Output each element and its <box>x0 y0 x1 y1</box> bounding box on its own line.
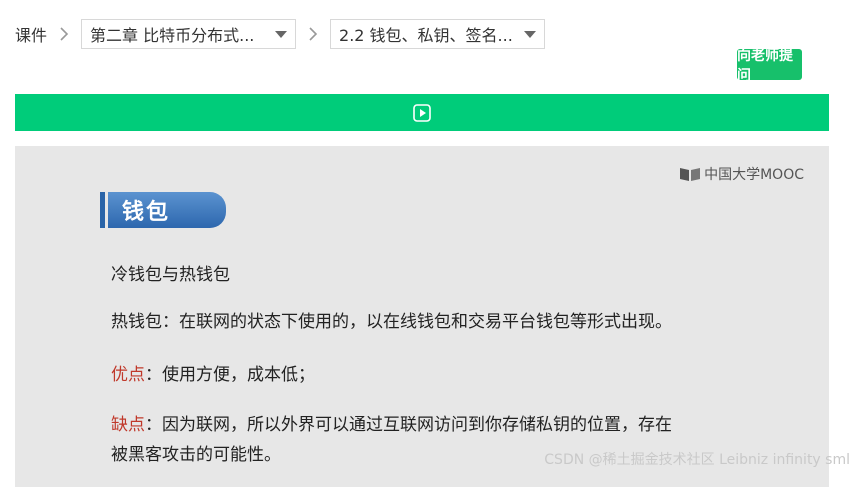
slide-title: 钱包 <box>108 192 226 228</box>
book-icon <box>680 168 701 181</box>
pros-label: 优点 <box>111 365 145 385</box>
watermark: CSDN @稀土掘金技术社区 Leibniz infinity sml <box>544 452 850 468</box>
courseware-slide: 中国大学MOOC 钱包 冷钱包与热钱包 热钱包：在联网的状态下使用的，以在线钱包… <box>15 146 829 487</box>
chevron-right-icon <box>302 19 324 49</box>
play-icon <box>413 103 431 122</box>
pros-line: 优点：使用方便，成本低； <box>111 360 315 385</box>
caret-down-icon <box>275 30 288 38</box>
caret-down-icon <box>524 30 537 38</box>
pros-text: ：使用方便，成本低； <box>145 365 315 385</box>
slide-subtitle: 冷钱包与热钱包 <box>111 265 230 285</box>
cons-text: ：因为联网，所以外界可以通过互联网访问到你存储私钥的位置，存在 <box>145 415 672 435</box>
breadcrumb-courseware[interactable]: 课件 <box>15 22 47 46</box>
breadcrumb: 课件 第二章 比特币分布式... 2.2 钱包、私钥、签名... <box>15 19 546 49</box>
video-play-bar[interactable] <box>15 94 829 131</box>
ask-teacher-button[interactable]: 向老师提问 <box>737 48 802 84</box>
cons-label: 缺点 <box>111 415 145 435</box>
chevron-right-icon <box>53 19 75 49</box>
mooc-logo-text: 中国大学MOOC <box>704 167 804 183</box>
section-select[interactable]: 2.2 钱包、私钥、签名... <box>330 19 546 49</box>
mooc-logo: 中国大学MOOC <box>679 164 804 184</box>
section-select-value: 2.2 钱包、私钥、签名... <box>339 26 513 45</box>
chapter-select-value: 第二章 比特币分布式... <box>90 26 255 45</box>
chapter-select[interactable]: 第二章 比特币分布式... <box>81 19 297 49</box>
title-accent-bar <box>100 192 105 228</box>
cons-line-2: 被黑客攻击的可能性。 <box>111 445 281 465</box>
hot-wallet-text: 热钱包：在联网的状态下使用的，以在线钱包和交易平台钱包等形式出现。 <box>111 312 672 332</box>
slide-title-tag: 钱包 <box>100 192 226 228</box>
cons-line: 缺点：因为联网，所以外界可以通过互联网访问到你存储私钥的位置，存在 <box>111 410 672 435</box>
